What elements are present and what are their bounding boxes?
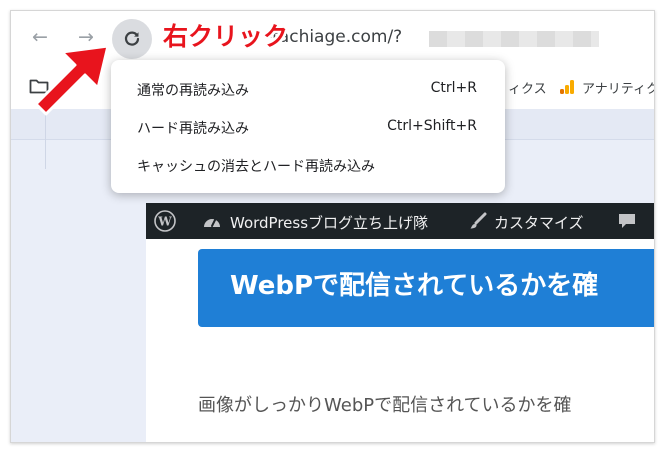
menu-item-label: ハード再読み込み (137, 121, 249, 137)
red-arrow-icon (34, 44, 110, 116)
svg-text:W: W (157, 215, 172, 229)
wp-admin-bar: W WordPressブログ立ち上げ隊 カスタマイズ (146, 203, 654, 239)
menu-item-label: キャッシュの消去とハード再読み込み (137, 159, 375, 175)
wp-customize-link[interactable]: カスタマイズ (494, 212, 584, 233)
dashboard-icon (204, 218, 220, 227)
wordpress-logo-icon[interactable]: W (154, 210, 176, 232)
blurred-url-segment (429, 31, 599, 47)
menu-item-hard-reload[interactable]: ハード再読み込み Ctrl+Shift+R (111, 110, 505, 146)
reload-button[interactable] (112, 19, 152, 59)
article-body-text: 画像がしっかりWebPで配信されているかを確 (198, 395, 572, 416)
right-click-annotation: 右クリック (163, 22, 289, 51)
reload-context-menu: 通常の再読み込み Ctrl+R ハード再読み込み Ctrl+Shift+R キャ… (111, 60, 505, 193)
menu-item-shortcut: Ctrl+Shift+R (387, 118, 477, 134)
menu-item-shortcut: Ctrl+R (430, 80, 477, 96)
wp-site-name[interactable]: WordPressブログ立ち上げ隊 (230, 212, 428, 233)
analytics-icon (560, 80, 574, 94)
reload-icon (124, 31, 140, 46)
menu-item-normal-reload[interactable]: 通常の再読み込み Ctrl+R (111, 72, 505, 108)
menu-item-empty-cache-hard-reload[interactable]: キャッシュの消去とハード再読み込み (111, 148, 505, 184)
bookmark-item-partial[interactable]: ィクス (508, 78, 547, 97)
bookmark-item-analytics[interactable]: アナリティク (582, 78, 654, 97)
article-content: WebPで配信されているかを確 画像がしっかりWebPで配信されているかを確 (146, 239, 654, 442)
menu-item-label: 通常の再読み込み (137, 83, 249, 99)
comment-icon[interactable] (618, 213, 636, 230)
article-heading-box: WebPで配信されているかを確 (198, 249, 654, 327)
brush-icon (470, 212, 487, 229)
article-heading: WebPで配信されているかを確 (230, 271, 599, 301)
